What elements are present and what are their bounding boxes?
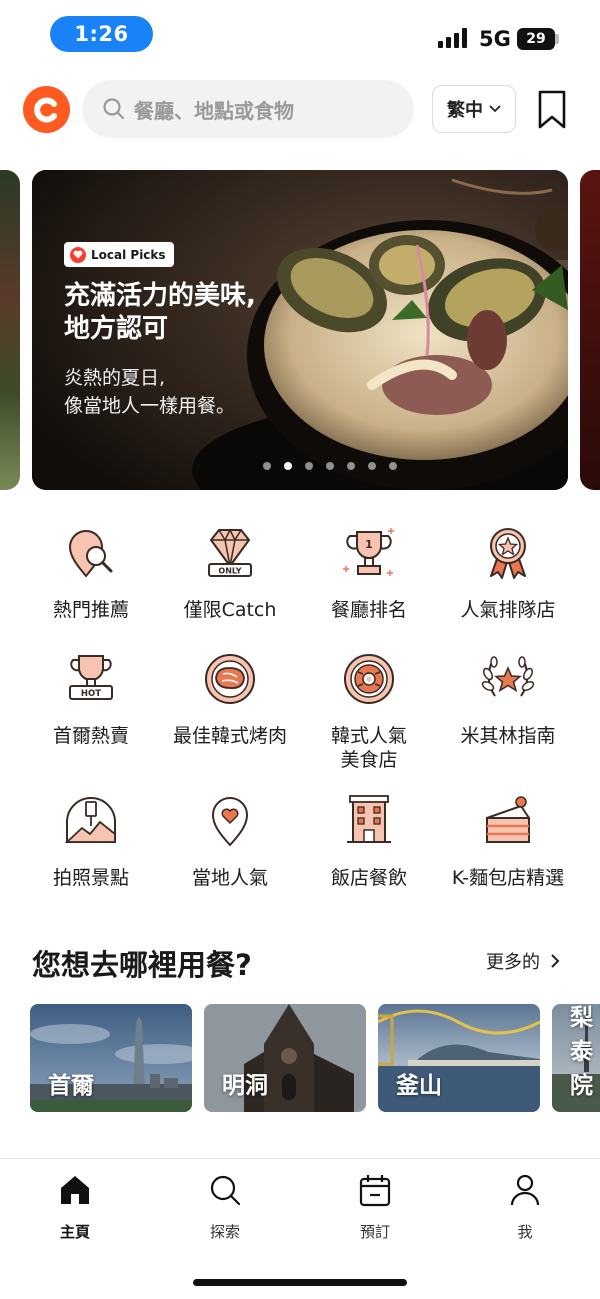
heart-icon (70, 246, 86, 263)
category-photo-spot[interactable]: 拍照景點 (16, 794, 166, 890)
city-card-itaewon[interactable]: 梨泰院 (552, 1004, 600, 1112)
chevron-right-icon (551, 954, 560, 968)
category-korean-popular[interactable]: 韓式人氣 美食店 (294, 652, 444, 772)
more-link[interactable]: 更多的 (486, 948, 560, 974)
svg-text:HOT: HOT (81, 689, 101, 699)
city-card-seoul[interactable]: 首爾 (30, 1004, 192, 1112)
award-ribbon-icon (490, 528, 526, 579)
previous-banner[interactable] (0, 170, 20, 490)
category-label: 人氣排隊店 (460, 599, 556, 621)
category-k-bakery[interactable]: K-麵包店精選 (433, 794, 583, 890)
category-best-kbbq[interactable]: 最佳韓式烤肉 (155, 652, 305, 748)
banner-headline: 充滿活力的美味, 地方認可 (64, 281, 256, 344)
tab-label: 我 (517, 1223, 533, 1241)
profile-icon (510, 1174, 540, 1206)
laurel-star-icon (481, 656, 535, 697)
tab-label: 探索 (209, 1223, 240, 1241)
search-input[interactable]: 餐廳、地點或食物 (82, 80, 414, 138)
banner-carousel[interactable]: Local Picks 充滿活力的美味, 地方認可 炎熱的夏日, 像當地人一樣用餐。 (0, 170, 600, 492)
category-only-catch[interactable]: ONLY 僅限Catch (155, 526, 305, 622)
city-card-myeongdong[interactable]: 明洞 (204, 1004, 366, 1112)
category-hotel-dining[interactable]: 飯店餐飲 (294, 794, 444, 890)
chevron-down-icon (489, 105, 501, 113)
local-picks-badge: Local Picks (64, 242, 174, 267)
search-icon (103, 98, 125, 120)
carousel-dot[interactable] (263, 462, 271, 470)
cellular-signal-icon (438, 28, 467, 48)
category-label: 首爾熱賣 (52, 725, 129, 747)
language-label: 繁中 (447, 100, 483, 121)
svg-text:1: 1 (365, 538, 373, 551)
battery-icon: 29 (517, 28, 555, 50)
carousel-dot[interactable] (389, 462, 397, 470)
search-placeholder: 餐廳、地點或食物 (134, 98, 294, 123)
category-local-popular[interactable]: 當地人氣 (155, 794, 305, 890)
city-name: 明洞 (222, 1073, 268, 1099)
trophy-icon: 1 (343, 528, 394, 576)
city-name: 首爾 (48, 1073, 94, 1099)
carousel-dots (32, 462, 568, 470)
home-indicator (193, 1279, 407, 1286)
banner-local-picks[interactable]: Local Picks 充滿活力的美味, 地方認可 炎熱的夏日, 像當地人一樣用餐。 (32, 170, 568, 490)
city-name: 梨泰院 (570, 1005, 593, 1099)
category-hot-recommend[interactable]: 熱門推薦 (16, 526, 166, 622)
category-label: 當地人氣 (191, 867, 268, 889)
search-icon (210, 1175, 241, 1206)
category-label: 飯店餐飲 (330, 867, 407, 889)
map-pin-search-icon (68, 530, 113, 578)
tab-label: 預訂 (359, 1223, 390, 1241)
carousel-dot-active[interactable] (284, 462, 292, 470)
hot-trophy-icon: HOT (69, 655, 113, 700)
carousel-dot[interactable] (347, 462, 355, 470)
category-label: 米其林指南 (460, 725, 556, 747)
category-restaurant-ranking[interactable]: 1 餐廳排名 (294, 526, 444, 622)
category-michelin[interactable]: 米其林指南 (433, 652, 583, 748)
next-banner[interactable] (580, 170, 600, 490)
tab-profile[interactable]: 我 (475, 1173, 575, 1242)
banner-subtitle: 炎熱的夏日, 像當地人一樣用餐。 (64, 367, 236, 417)
carousel-dot[interactable] (326, 462, 334, 470)
category-label: 最佳韓式烤肉 (172, 725, 287, 747)
status-bar: 1:26 5G 29 (0, 0, 600, 70)
status-time: 1:26 (50, 16, 153, 52)
diamond-only-icon: ONLY (208, 528, 252, 577)
bottom-tab-bar: 主頁 探索 預訂 我 (0, 1158, 600, 1299)
category-label: K-麵包店精選 (451, 867, 565, 889)
network-type: 5G (479, 27, 511, 51)
svg-text:ONLY: ONLY (218, 567, 241, 576)
tab-explore[interactable]: 探索 (175, 1173, 275, 1242)
catch-logo[interactable] (23, 86, 70, 133)
bookmark-icon[interactable] (536, 90, 568, 130)
category-label: 熱門推薦 (52, 599, 129, 621)
city-carousel: 首爾 明洞 釜山 梨泰院 (30, 1004, 600, 1114)
battery-cap (555, 34, 559, 44)
category-label: 韓式人氣 美食店 (330, 725, 407, 771)
city-name: 釜山 (396, 1073, 442, 1099)
tab-home[interactable]: 主頁 (25, 1173, 125, 1242)
badge-label: Local Picks (91, 247, 166, 262)
bibimbap-icon (344, 654, 394, 704)
heart-pin-icon (211, 797, 249, 847)
carousel-dot[interactable] (305, 462, 313, 470)
more-label: 更多的 (486, 952, 540, 973)
hotel-icon (347, 795, 391, 843)
category-label: 僅限Catch (183, 599, 277, 621)
tab-reservations[interactable]: 預訂 (325, 1173, 425, 1242)
section-title: 您想去哪裡用餐? (32, 948, 252, 982)
city-card-busan[interactable]: 釜山 (378, 1004, 540, 1112)
category-label: 餐廳排名 (330, 599, 407, 621)
category-popular-queue[interactable]: 人氣排隊店 (433, 526, 583, 622)
carousel-dot[interactable] (368, 462, 376, 470)
calendar-icon (359, 1175, 391, 1207)
top-header: 餐廳、地點或食物 繁中 (0, 80, 600, 140)
language-selector[interactable]: 繁中 (432, 85, 516, 133)
battery-level: 29 (526, 31, 546, 47)
category-label: 拍照景點 (52, 867, 129, 889)
steak-plate-icon (205, 654, 255, 704)
photo-spot-icon (64, 797, 116, 843)
category-seoul-hot[interactable]: HOT 首爾熱賣 (16, 652, 166, 748)
cake-icon (486, 796, 530, 843)
home-icon (61, 1176, 89, 1204)
tab-label: 主頁 (59, 1223, 90, 1241)
